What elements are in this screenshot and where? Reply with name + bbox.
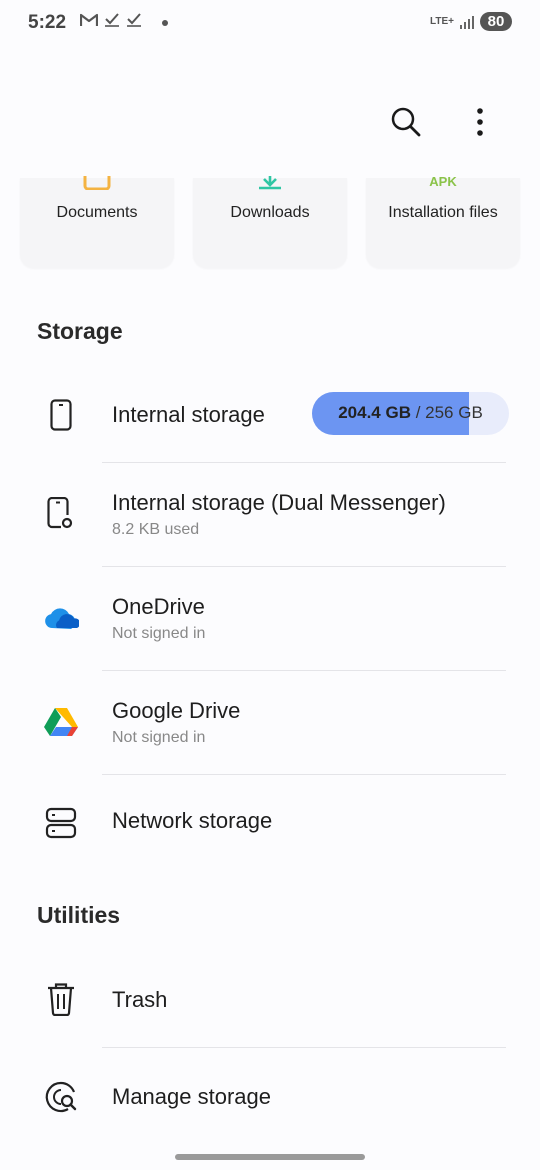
item-title: Network storage: [112, 808, 273, 833]
phone-icon: [42, 396, 80, 434]
manage-storage-icon: [42, 1078, 80, 1116]
category-downloads[interactable]: Downloads: [193, 176, 347, 268]
more-notifications-dot-icon: [162, 19, 168, 26]
storage-usage-pill: 204.4 GB / 256 GB: [312, 392, 509, 435]
item-title: Manage storage: [112, 1084, 271, 1109]
trash-icon: [42, 980, 80, 1018]
item-subtitle: Not signed in: [112, 729, 206, 746]
gmail-icon: [79, 13, 99, 32]
apk-icon: APK: [429, 174, 457, 189]
item-title: Trash: [112, 987, 168, 1012]
notification-icons: [79, 13, 168, 32]
utility-item-trash[interactable]: Trash: [0, 955, 540, 1047]
item-subtitle: 8.2 KB used: [112, 521, 200, 538]
category-row: Documents Downloads APK Installation fil…: [20, 174, 520, 268]
task-check-icon: [104, 13, 120, 32]
home-indicator[interactable]: [175, 1154, 365, 1160]
utility-item-manage-storage[interactable]: Manage storage: [0, 1048, 540, 1148]
storage-item-google-drive[interactable]: Google Drive Not signed in: [0, 671, 540, 774]
download-icon: [257, 176, 283, 195]
google-drive-icon: [42, 703, 80, 741]
phone-settings-icon: [42, 495, 80, 533]
section-title-storage: Storage: [37, 318, 123, 344]
task-check-icon: [126, 13, 142, 32]
status-bar: 5:22 LTE+ 80: [0, 0, 540, 50]
category-label: Documents: [56, 204, 138, 221]
more-options-button[interactable]: [462, 104, 498, 140]
network-storage-icon: [42, 804, 80, 842]
storage-used: 204.4 GB: [338, 403, 411, 422]
system-indicators: LTE+ 80: [430, 12, 512, 31]
lte-label: LTE+: [430, 15, 454, 27]
signal-icon: [460, 15, 474, 29]
item-title: Internal storage (Dual Messenger): [112, 490, 446, 515]
item-title: Internal storage: [112, 402, 265, 427]
documents-icon: [83, 176, 111, 195]
battery-icon: 80: [480, 12, 512, 31]
category-label: Downloads: [230, 204, 310, 221]
item-subtitle: Not signed in: [112, 625, 206, 642]
category-installation-files[interactable]: APK Installation files: [366, 174, 520, 268]
search-icon: [391, 107, 421, 137]
storage-separator: /: [410, 403, 426, 422]
category-documents[interactable]: Documents: [20, 176, 174, 268]
category-label: Installation files: [388, 204, 498, 221]
item-title: OneDrive: [112, 594, 205, 619]
status-time: 5:22: [28, 12, 67, 33]
storage-item-network[interactable]: Network storage: [0, 775, 540, 870]
storage-item-onedrive[interactable]: OneDrive Not signed in: [0, 567, 540, 670]
storage-usage-text: 204.4 GB / 256 GB: [312, 403, 509, 423]
storage-item-dual-messenger[interactable]: Internal storage (Dual Messenger) 8.2 KB…: [0, 463, 540, 566]
more-vert-icon: [477, 108, 483, 136]
onedrive-icon: [40, 599, 82, 637]
item-title: Google Drive: [112, 698, 241, 723]
storage-total: 256 GB: [425, 403, 483, 422]
section-title-utilities: Utilities: [37, 902, 121, 928]
toolbar-actions: [388, 104, 498, 140]
search-button[interactable]: [388, 104, 424, 140]
